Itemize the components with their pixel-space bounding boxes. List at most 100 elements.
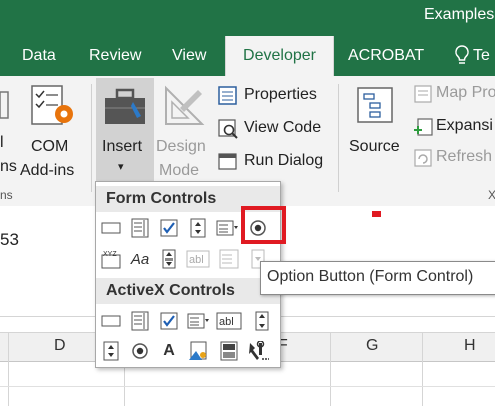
tab-acrobat[interactable]: ACROBAT xyxy=(348,36,424,76)
spin-button-icon xyxy=(190,218,206,238)
tab-tell-me[interactable]: Te xyxy=(452,36,495,76)
list-box-icon xyxy=(216,220,238,236)
map-properties-button[interactable]: Map Pro xyxy=(414,82,495,108)
form-combo-list-edit-control[interactable] xyxy=(218,248,240,270)
addins-icon-partial xyxy=(0,91,9,119)
column-header-d[interactable]: D xyxy=(54,337,66,355)
activex-scroll-bar-control[interactable] xyxy=(251,310,273,332)
view-code-label: View Code xyxy=(244,119,322,136)
image-icon xyxy=(189,341,207,360)
properties-label: Properties xyxy=(244,86,317,103)
com-addins-label-1: COM xyxy=(31,138,69,155)
activex-label-control[interactable]: A xyxy=(158,340,180,362)
activex-controls-header: ActiveX Controls xyxy=(96,278,280,304)
text-box-icon: abl xyxy=(216,312,242,330)
activex-spin-button-control[interactable] xyxy=(100,340,122,362)
activex-list-box-control[interactable] xyxy=(187,310,209,332)
design-mode-label-2: Mode xyxy=(159,162,200,179)
grid-line xyxy=(422,332,423,406)
source-label: Source xyxy=(349,138,400,155)
tell-me-label: Te xyxy=(473,47,490,64)
group-box-icon: XYZ xyxy=(101,251,121,269)
spin-button-icon xyxy=(103,341,119,361)
more-controls-icon xyxy=(249,341,269,360)
addins-label-partial-2[interactable]: ns xyxy=(0,158,17,176)
activex-combo-box-control[interactable] xyxy=(129,310,151,332)
form-button-control[interactable] xyxy=(100,217,122,239)
window-title: Examples xyxy=(424,6,495,23)
properties-button[interactable]: Properties xyxy=(218,84,336,110)
toolbox-icon xyxy=(105,88,145,124)
form-list-box-control[interactable] xyxy=(216,217,238,239)
form-label-control[interactable]: Aa xyxy=(129,248,151,270)
com-addins-icon xyxy=(31,85,73,125)
grid-line xyxy=(8,332,9,406)
form-combo-box-control[interactable] xyxy=(129,217,151,239)
column-header-h[interactable]: H xyxy=(464,337,476,355)
tab-view[interactable]: View xyxy=(172,36,206,76)
activex-controls-heading: ActiveX Controls xyxy=(106,282,235,299)
map-properties-label: Map Pro xyxy=(436,84,495,101)
map-properties-icon xyxy=(414,85,432,103)
tab-developer[interactable]: Developer xyxy=(225,36,334,76)
activex-more-controls[interactable] xyxy=(247,340,269,362)
insert-label: Insert xyxy=(102,138,143,155)
refresh-data-button[interactable]: Refresh xyxy=(414,146,495,172)
addins-group-label: ns xyxy=(0,188,13,202)
refresh-data-icon xyxy=(414,149,432,167)
form-controls-heading: Form Controls xyxy=(106,190,217,207)
form-scroll-bar-control[interactable] xyxy=(158,248,180,270)
run-dialog-label: Run Dialog xyxy=(244,152,324,169)
form-check-box-control[interactable] xyxy=(158,217,180,239)
lightbulb-icon xyxy=(455,45,469,64)
form-group-box-control[interactable]: XYZ xyxy=(100,248,122,270)
check-box-icon xyxy=(160,312,178,330)
text-box-glyph: abl xyxy=(219,316,234,328)
xml-source-icon xyxy=(357,87,393,123)
combo-box-icon xyxy=(131,311,149,331)
combo-box-icon xyxy=(131,218,149,238)
design-mode-icon xyxy=(165,85,205,125)
run-dialog-button[interactable]: Run Dialog xyxy=(218,150,336,176)
text-field-icon: abl xyxy=(186,250,210,268)
com-addins-button[interactable]: COM Add-ins xyxy=(20,80,86,184)
com-addins-label-2: Add-ins xyxy=(20,162,75,179)
view-code-button[interactable]: View Code xyxy=(218,117,336,143)
button-icon xyxy=(101,222,121,234)
group-separator xyxy=(338,84,339,192)
properties-icon xyxy=(218,86,237,105)
title-bar: Examples xyxy=(0,0,495,36)
list-box-icon xyxy=(187,313,209,329)
cell-value-partial: 53 xyxy=(0,230,19,249)
column-header-g[interactable]: G xyxy=(366,337,378,355)
xml-group-label: X xyxy=(488,188,495,202)
xml-source-button[interactable]: Source xyxy=(344,80,408,160)
run-dialog-icon xyxy=(218,153,237,170)
grid-line xyxy=(330,332,331,406)
activex-text-box-control[interactable]: abl xyxy=(215,310,243,332)
design-mode-label-1: Design xyxy=(156,138,206,155)
activex-image-control[interactable] xyxy=(187,340,209,362)
command-button-icon xyxy=(101,315,121,327)
expansion-packs-icon xyxy=(414,118,433,136)
combo-list-edit-icon xyxy=(219,249,239,269)
check-box-icon xyxy=(160,219,178,237)
activex-check-box-control[interactable] xyxy=(158,310,180,332)
form-text-field-control[interactable]: abl xyxy=(185,248,211,270)
grid-line xyxy=(0,386,495,387)
addins-label-partial[interactable]: l xyxy=(0,134,4,152)
activex-option-button-control[interactable] xyxy=(129,340,151,362)
tab-data[interactable]: Data xyxy=(22,36,56,76)
group-separator xyxy=(91,84,92,192)
view-code-icon xyxy=(218,119,238,139)
insert-controls-button[interactable]: Insert ▾ xyxy=(96,78,154,182)
design-mode-button[interactable]: Design Mode xyxy=(156,80,214,184)
activex-toggle-button-control[interactable] xyxy=(218,340,240,362)
activex-command-button-control[interactable] xyxy=(100,310,122,332)
expansion-packs-button[interactable]: Expansi xyxy=(414,115,495,141)
tooltip-text: Option Button (Form Control) xyxy=(267,268,474,285)
scroll-bar-icon xyxy=(162,249,176,269)
tab-review[interactable]: Review xyxy=(89,36,141,76)
text-field-glyph: abl xyxy=(189,254,204,266)
form-spin-button-control[interactable] xyxy=(187,217,209,239)
